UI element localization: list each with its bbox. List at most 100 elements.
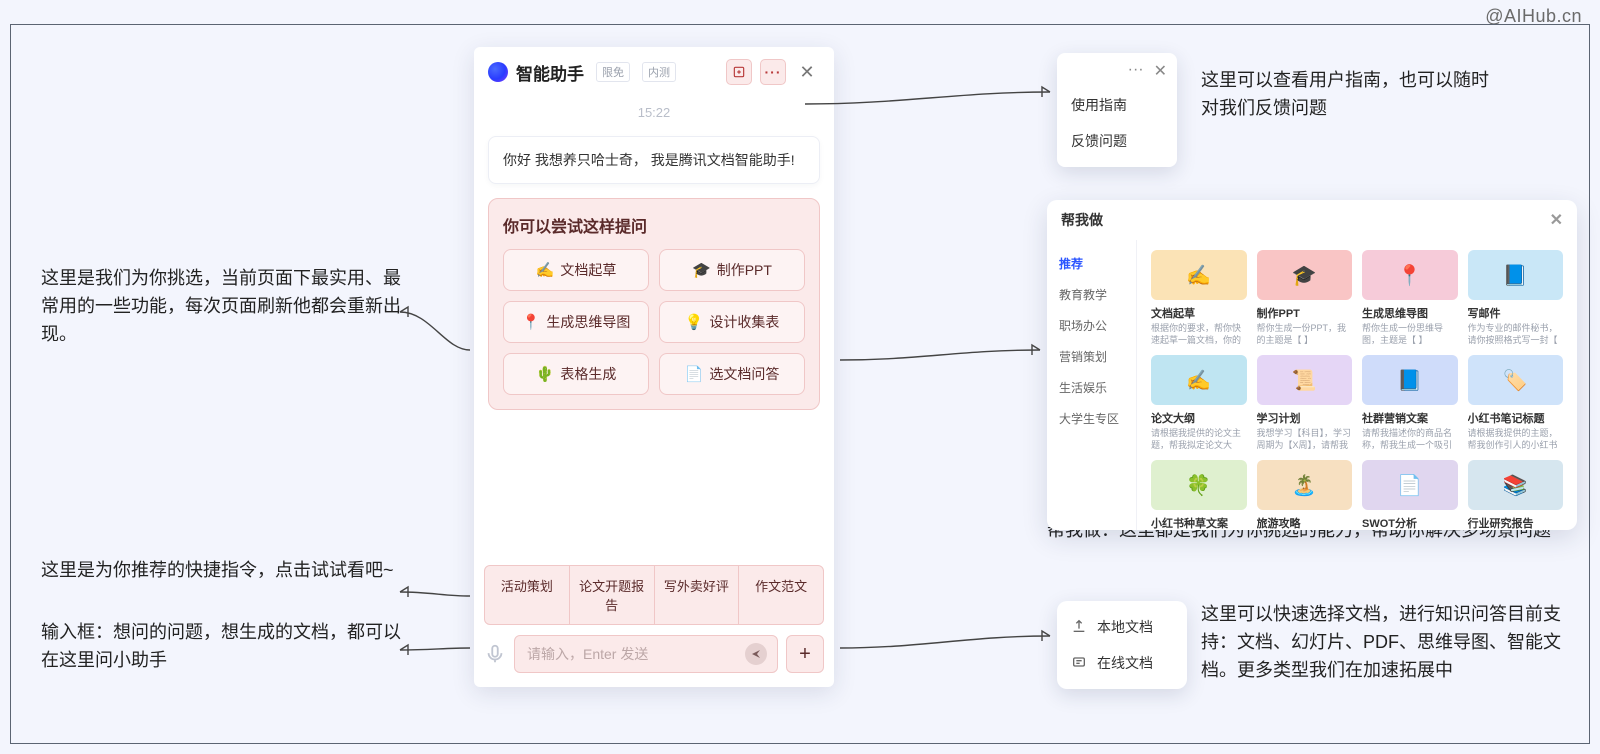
helpdo-card[interactable]: 📜 学习计划 我想学习【科目】，学习周期为【X周】，请帮我制定计划 bbox=[1257, 355, 1353, 450]
helpdo-card-icon: 🏝️ bbox=[1257, 460, 1353, 510]
suggestion-icon: 📄 bbox=[685, 365, 704, 383]
helpdo-category[interactable]: 营销策划 bbox=[1047, 341, 1136, 372]
helpdo-card-icon: ✍️ bbox=[1151, 355, 1247, 405]
more-dropdown: ··· ✕ 使用指南反馈问题 bbox=[1057, 53, 1177, 167]
helpdo-card-desc: 作为专业的邮件秘书，请你按照格式写一封【 】的邮件 bbox=[1468, 323, 1564, 345]
helpdo-category[interactable]: 大学生专区 bbox=[1047, 403, 1136, 434]
input-row: + bbox=[474, 635, 834, 687]
helpdo-card-title: 文档起草 bbox=[1151, 305, 1247, 321]
helpdo-card-title: 学习计划 bbox=[1257, 410, 1353, 426]
assistant-logo-icon bbox=[488, 62, 508, 82]
helpdo-card-title: 社群营销文案 bbox=[1362, 410, 1458, 426]
new-doc-button[interactable] bbox=[726, 59, 752, 85]
timestamp: 15:22 bbox=[474, 105, 834, 120]
doc-source-item[interactable]: 在线文档 bbox=[1057, 645, 1187, 681]
helpdo-card[interactable]: 📄 SWOT分析 作为分析专家，请根据具体... bbox=[1362, 460, 1458, 530]
helpdo-grid: ✍️ 文档起草 根据你的要求，帮你快速起草一篇文档，你的主题是【 】 🎓 制作P… bbox=[1137, 240, 1577, 530]
helpdo-panel: 帮我做 ✕ 推荐教育教学职场办公营销策划生活娱乐大学生专区 ✍️ 文档起草 根据… bbox=[1047, 200, 1577, 530]
suggestion-label: 表格生成 bbox=[560, 364, 616, 384]
chat-input-wrap bbox=[514, 635, 778, 673]
helpdo-category[interactable]: 教育教学 bbox=[1047, 279, 1136, 310]
helpdo-card-title: SWOT分析 bbox=[1362, 515, 1458, 530]
chat-header: 智能助手 限免 内测 ··· ✕ bbox=[474, 47, 834, 91]
helpdo-categories: 推荐教育教学职场办公营销策划生活娱乐大学生专区 bbox=[1047, 240, 1137, 530]
helpdo-card[interactable]: 🏷️ 小红书笔记标题 请根据我提供的主题，帮我创作引人的小红书笔记标题 bbox=[1468, 355, 1564, 450]
helpdo-category[interactable]: 职场办公 bbox=[1047, 310, 1136, 341]
chat-input[interactable] bbox=[527, 636, 737, 672]
cloud-icon bbox=[1071, 654, 1087, 673]
more-menu-button[interactable]: ··· bbox=[760, 59, 786, 85]
suggestion-item[interactable]: ✍️ 文档起草 bbox=[503, 249, 649, 291]
anno-right-menu: 这里可以查看用户指南，也可以随时对我们反馈问题 bbox=[1201, 67, 1501, 123]
quick-chip[interactable]: 作文范文 bbox=[739, 566, 823, 624]
dropdown-item[interactable]: 反馈问题 bbox=[1057, 123, 1177, 159]
mic-icon[interactable] bbox=[484, 643, 506, 665]
helpdo-card-title: 写邮件 bbox=[1468, 305, 1564, 321]
helpdo-card-icon: 📄 bbox=[1362, 460, 1458, 510]
send-button[interactable] bbox=[745, 643, 767, 665]
suggestion-label: 选文档问答 bbox=[709, 364, 779, 384]
helpdo-card[interactable]: 🎓 制作PPT 帮你生成一份PPT，我的主题是【 】 bbox=[1257, 250, 1353, 345]
helpdo-card-title: 小红书种草文案 bbox=[1151, 515, 1247, 530]
helpdo-card-title: 制作PPT bbox=[1257, 305, 1353, 321]
helpdo-card-icon: 📘 bbox=[1468, 250, 1564, 300]
anno-left-input: 输入框：想问的问题，想生成的文档，都可以在这里问小助手 bbox=[41, 619, 401, 675]
greeting-bubble: 你好 我想养只哈士奇， 我是腾讯文档智能助手! bbox=[488, 136, 820, 184]
helpdo-close-icon[interactable]: ✕ bbox=[1550, 210, 1563, 230]
helpdo-card-icon: 🍀 bbox=[1151, 460, 1247, 510]
doc-source-popover: 本地文档在线文档 bbox=[1057, 601, 1187, 689]
quick-chip[interactable]: 论文开题报告 bbox=[570, 566, 655, 624]
helpdo-card[interactable]: 📚 行业研究报告 请根据我提供研究行业，帮... bbox=[1468, 460, 1564, 530]
helpdo-card[interactable]: 📍 生成思维导图 帮你生成一份思维导图，主题是【 】 bbox=[1362, 250, 1458, 345]
helpdo-card[interactable]: 🏝️ 旅游攻略 请帮我制定旅游行方案，我的地... bbox=[1257, 460, 1353, 530]
helpdo-card-title: 生成思维导图 bbox=[1362, 305, 1458, 321]
suggestion-item[interactable]: 💡设计收集表 bbox=[659, 301, 805, 343]
anno-left-suggestions: 这里是我们为你挑选，当前页面下最实用、最常用的一些功能，每次页面刷新他都会重新出… bbox=[41, 265, 401, 349]
suggestion-item[interactable]: 🎓制作PPT bbox=[659, 249, 805, 291]
dropdown-item[interactable]: 使用指南 bbox=[1057, 87, 1177, 123]
helpdo-card[interactable]: ✍️ 论文大纲 请根据我提供的论文主题，帮我拟定论文大纲。 bbox=[1151, 355, 1247, 450]
chat-panel: 智能助手 限免 内测 ··· ✕ 15:22 你好 我想养只哈士奇， 我是腾讯文… bbox=[474, 47, 834, 687]
quick-chip[interactable]: 写外卖好评 bbox=[655, 566, 740, 624]
suggestion-label: 生成思维导图 bbox=[546, 312, 630, 332]
suggestion-icon: 🌵 bbox=[536, 365, 555, 383]
dropdown-close-icon[interactable]: ✕ bbox=[1154, 61, 1167, 81]
suggestion-icon: ✍️ bbox=[536, 261, 555, 279]
helpdo-card-icon: 🎓 bbox=[1257, 250, 1353, 300]
attach-doc-button[interactable]: + bbox=[786, 635, 824, 673]
quick-chips: 活动策划论文开题报告写外卖好评作文范文 bbox=[484, 565, 824, 625]
helpdo-card-desc: 帮你生成一份PPT，我的主题是【 】 bbox=[1257, 323, 1353, 345]
helpdo-card[interactable]: 🍀 小红书种草文案 请根据我提供的商品信息，... bbox=[1151, 460, 1247, 530]
helpdo-card-desc: 我想学习【科目】，学习周期为【X周】，请帮我制定计划 bbox=[1257, 428, 1353, 450]
helpdo-card-desc: 请帮我描述你的商品名称，帮我生成一个吸引人的社群营销文案 bbox=[1362, 428, 1458, 450]
doc-source-label: 本地文档 bbox=[1097, 617, 1153, 637]
helpdo-title: 帮我做 bbox=[1061, 210, 1103, 230]
suggestion-label: 文档起草 bbox=[560, 260, 616, 280]
close-button[interactable]: ✕ bbox=[794, 59, 820, 85]
chat-title: 智能助手 bbox=[516, 60, 584, 85]
helpdo-card-icon: ✍️ bbox=[1151, 250, 1247, 300]
doc-source-item[interactable]: 本地文档 bbox=[1057, 609, 1187, 645]
doc-source-label: 在线文档 bbox=[1097, 653, 1153, 673]
helpdo-category[interactable]: 生活娱乐 bbox=[1047, 372, 1136, 403]
helpdo-card-desc: 请根据我提供的论文主题，帮我拟定论文大纲。 bbox=[1151, 428, 1247, 450]
helpdo-card[interactable]: 📘 写邮件 作为专业的邮件秘书，请你按照格式写一封【 】的邮件 bbox=[1468, 250, 1564, 345]
dropdown-more-icon[interactable]: ··· bbox=[1128, 61, 1144, 81]
suggestion-item[interactable]: 📍 生成思维导图 bbox=[503, 301, 649, 343]
helpdo-card[interactable]: ✍️ 文档起草 根据你的要求，帮你快速起草一篇文档，你的主题是【 】 bbox=[1151, 250, 1247, 345]
quick-chip[interactable]: 活动策划 bbox=[485, 566, 570, 624]
suggestion-item[interactable]: 📄 选文档问答 bbox=[659, 353, 805, 395]
badge-free: 限免 bbox=[596, 62, 630, 82]
upload-icon bbox=[1071, 618, 1087, 637]
helpdo-card-icon: 📘 bbox=[1362, 355, 1458, 405]
suggestion-icon: 🎓 bbox=[692, 261, 711, 279]
suggestion-item[interactable]: 🌵 表格生成 bbox=[503, 353, 649, 395]
helpdo-card-icon: 📚 bbox=[1468, 460, 1564, 510]
helpdo-card-title: 旅游攻略 bbox=[1257, 515, 1353, 530]
helpdo-card-icon: 🏷️ bbox=[1468, 355, 1564, 405]
helpdo-category[interactable]: 推荐 bbox=[1047, 248, 1136, 279]
helpdo-card-desc: 帮你生成一份思维导图，主题是【 】 bbox=[1362, 323, 1458, 345]
helpdo-card[interactable]: 📘 社群营销文案 请帮我描述你的商品名称，帮我生成一个吸引人的社群营销文案 bbox=[1362, 355, 1458, 450]
suggestion-icon: 📍 bbox=[522, 313, 541, 331]
anno-right-docs: 这里可以快速选择文档，进行知识问答目前支持：文档、幻灯片、PDF、思维导图、智能… bbox=[1201, 601, 1571, 685]
